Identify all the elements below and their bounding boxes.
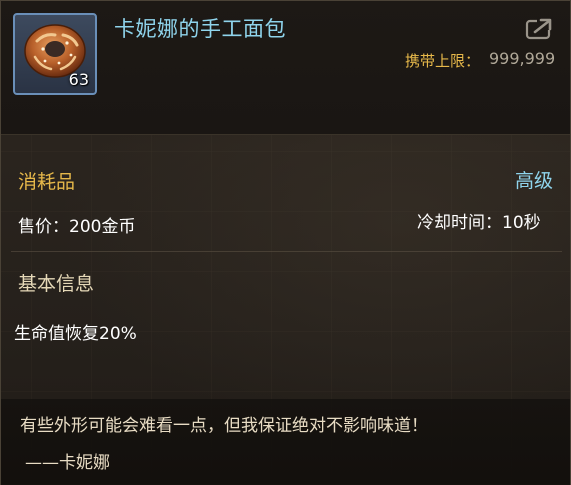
flavor-signature: ——卡妮娜 — [25, 453, 110, 473]
item-grade: 高级 — [515, 170, 554, 192]
item-tooltip: 63 卡妮娜的手工面包 携带上限： 999,999 消耗品 高级 售价：200金… — [0, 0, 571, 485]
item-cooldown: 冷却时间：10秒 — [417, 213, 541, 233]
item-effect: 生命值恢复20% — [14, 324, 137, 344]
item-icon-slot[interactable]: 63 — [13, 13, 97, 95]
item-price: 售价：200金币 — [18, 217, 136, 237]
basic-info-title: 基本信息 — [18, 273, 95, 295]
carry-limit-value: 999,999 — [489, 49, 556, 68]
carry-limit-label: 携带上限： — [405, 52, 481, 70]
tooltip-header: 63 卡妮娜的手工面包 携带上限： 999,999 — [1, 1, 570, 135]
section-divider — [11, 251, 562, 252]
share-export-icon[interactable] — [525, 15, 555, 41]
item-category: 消耗品 — [18, 171, 76, 193]
item-name: 卡妮娜的手工面包 — [114, 17, 286, 41]
flavor-quote: 有些外形可能会难看一点，但我保证绝对不影响味道！ — [20, 416, 428, 436]
item-stack-count: 63 — [68, 70, 89, 89]
